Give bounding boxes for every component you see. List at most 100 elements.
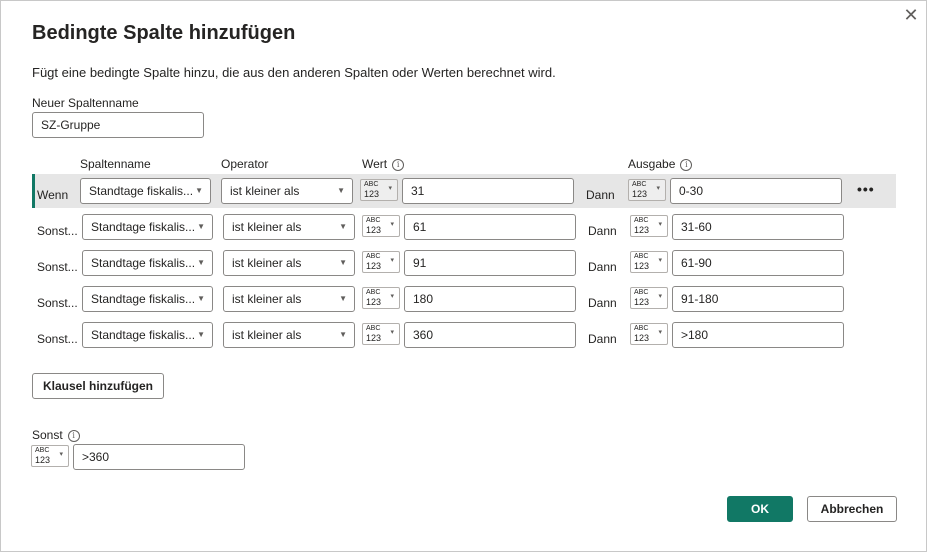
123-icon: 123 <box>366 297 382 307</box>
info-icon[interactable]: i <box>67 430 80 442</box>
chevron-down-icon: ▾ <box>658 329 662 336</box>
rule-prefix: Sonst... <box>37 224 78 238</box>
abc-icon: ABC <box>634 217 649 224</box>
rule-column-dropdown[interactable]: Standtage fiskalis... ▼ <box>82 286 213 312</box>
header-value: Wert i <box>362 157 405 171</box>
rule-operator-dropdown[interactable]: ist kleiner als ▼ <box>223 250 355 276</box>
rule-prefix: Sonst... <box>37 296 78 310</box>
chevron-down-icon: ▾ <box>59 451 63 458</box>
dann-label: Dann <box>586 188 615 202</box>
else-type-button[interactable]: ABC 123 ▾ <box>31 445 69 467</box>
rule-column-dropdown[interactable]: Standtage fiskalis... ▼ <box>82 250 213 276</box>
rule-value-input[interactable]: 61 <box>404 214 576 240</box>
rule-value-input[interactable]: 91 <box>404 250 576 276</box>
header-value-text: Wert <box>362 157 388 171</box>
value-type-button[interactable]: ABC 123 ▾ <box>362 287 400 309</box>
value-type-button[interactable]: ABC 123 ▾ <box>362 323 400 345</box>
abc-icon: ABC <box>364 181 379 188</box>
abc-icon: ABC <box>366 289 381 296</box>
abc-icon: ABC <box>634 253 649 260</box>
add-clause-button[interactable]: Klausel hinzufügen <box>32 373 164 399</box>
chevron-down-icon: ▾ <box>390 329 394 336</box>
cancel-button[interactable]: Abbrechen <box>807 496 897 522</box>
close-icon[interactable]: ✕ <box>901 5 921 25</box>
dann-label: Dann <box>588 296 617 310</box>
chevron-down-icon: ▼ <box>339 222 347 231</box>
value-type-button[interactable]: ABC 123 ▾ <box>362 215 400 237</box>
chevron-down-icon: ▼ <box>197 258 205 267</box>
header-output: Ausgabe i <box>628 157 693 171</box>
info-icon[interactable]: i <box>680 159 693 171</box>
dialog-title: Bedingte Spalte hinzufügen <box>32 22 296 44</box>
123-icon: 123 <box>366 333 382 343</box>
output-type-button[interactable]: ABC 123 ▾ <box>630 251 668 273</box>
chevron-down-icon: ▼ <box>195 186 203 195</box>
rule-output-input[interactable]: >180 <box>672 322 844 348</box>
rule-prefix: Wenn <box>37 188 69 202</box>
header-operator: Operator <box>221 157 269 171</box>
chevron-down-icon: ▾ <box>390 293 394 300</box>
chevron-down-icon: ▾ <box>658 221 662 228</box>
123-icon: 123 <box>634 225 650 235</box>
123-icon: 123 <box>634 297 650 307</box>
abc-icon: ABC <box>366 217 381 224</box>
else-value-input[interactable]: >360 <box>73 444 245 470</box>
output-type-button[interactable]: ABC 123 ▾ <box>630 323 668 345</box>
chevron-down-icon: ▼ <box>337 186 345 195</box>
rule-output-input[interactable]: 0-30 <box>670 178 842 204</box>
abc-icon: ABC <box>366 325 381 332</box>
new-column-name-label: Neuer Spaltenname <box>32 96 139 110</box>
chevron-down-icon: ▾ <box>390 221 394 228</box>
rule-column-value: Standtage fiskalis... <box>91 220 196 234</box>
rule-output-input[interactable]: 31-60 <box>672 214 844 240</box>
123-icon: 123 <box>366 225 382 235</box>
dialog-subtitle: Fügt eine bedingte Spalte hinzu, die aus… <box>32 65 556 80</box>
output-type-button[interactable]: ABC 123 ▾ <box>630 215 668 237</box>
rule-column-value: Standtage fiskalis... <box>91 292 196 306</box>
chevron-down-icon: ▾ <box>658 293 662 300</box>
more-options-icon[interactable]: ••• <box>857 182 875 196</box>
123-icon: 123 <box>634 261 650 271</box>
output-type-button[interactable]: ABC 123 ▾ <box>630 287 668 309</box>
new-column-name-input[interactable]: SZ-Gruppe <box>32 112 204 138</box>
else-label: Sonst i <box>32 428 80 442</box>
info-icon[interactable]: i <box>392 159 405 171</box>
123-icon: 123 <box>364 189 380 199</box>
abc-icon: ABC <box>634 325 649 332</box>
rule-prefix: Sonst... <box>37 260 78 274</box>
rule-value-input[interactable]: 360 <box>404 322 576 348</box>
rule-operator-dropdown[interactable]: ist kleiner als ▼ <box>223 322 355 348</box>
abc-icon: ABC <box>634 289 649 296</box>
chevron-down-icon: ▼ <box>197 222 205 231</box>
rule-operator-dropdown[interactable]: ist kleiner als ▼ <box>223 286 355 312</box>
chevron-down-icon: ▼ <box>339 294 347 303</box>
rule-column-dropdown[interactable]: Standtage fiskalis... ▼ <box>80 178 211 204</box>
value-type-button[interactable]: ABC 123 ▾ <box>362 251 400 273</box>
rule-column-dropdown[interactable]: Standtage fiskalis... ▼ <box>82 322 213 348</box>
rule-value-input[interactable]: 180 <box>404 286 576 312</box>
rule-operator-dropdown[interactable]: ist kleiner als ▼ <box>223 214 355 240</box>
rule-operator-value: ist kleiner als <box>232 328 302 342</box>
rule-operator-value: ist kleiner als <box>232 292 302 306</box>
dann-label: Dann <box>588 260 617 274</box>
rule-column-dropdown[interactable]: Standtage fiskalis... ▼ <box>82 214 213 240</box>
header-column-name: Spaltenname <box>80 157 151 171</box>
123-icon: 123 <box>366 261 382 271</box>
rule-value-input[interactable]: 31 <box>402 178 574 204</box>
else-label-text: Sonst <box>32 428 63 442</box>
ok-button[interactable]: OK <box>727 496 793 522</box>
conditional-column-dialog: ✕ Bedingte Spalte hinzufügen Fügt eine b… <box>0 0 927 552</box>
rule-operator-value: ist kleiner als <box>232 256 302 270</box>
abc-icon: ABC <box>35 447 50 454</box>
chevron-down-icon: ▼ <box>197 294 205 303</box>
rule-output-input[interactable]: 61-90 <box>672 250 844 276</box>
value-type-button[interactable]: ABC 123 ▾ <box>360 179 398 201</box>
rule-operator-dropdown[interactable]: ist kleiner als ▼ <box>221 178 353 204</box>
output-type-button[interactable]: ABC 123 ▾ <box>628 179 666 201</box>
rule-column-value: Standtage fiskalis... <box>89 184 194 198</box>
rule-output-input[interactable]: 91-180 <box>672 286 844 312</box>
rule-column-value: Standtage fiskalis... <box>91 256 196 270</box>
123-icon: 123 <box>35 455 51 465</box>
chevron-down-icon: ▾ <box>656 185 660 192</box>
rule-operator-value: ist kleiner als <box>232 220 302 234</box>
